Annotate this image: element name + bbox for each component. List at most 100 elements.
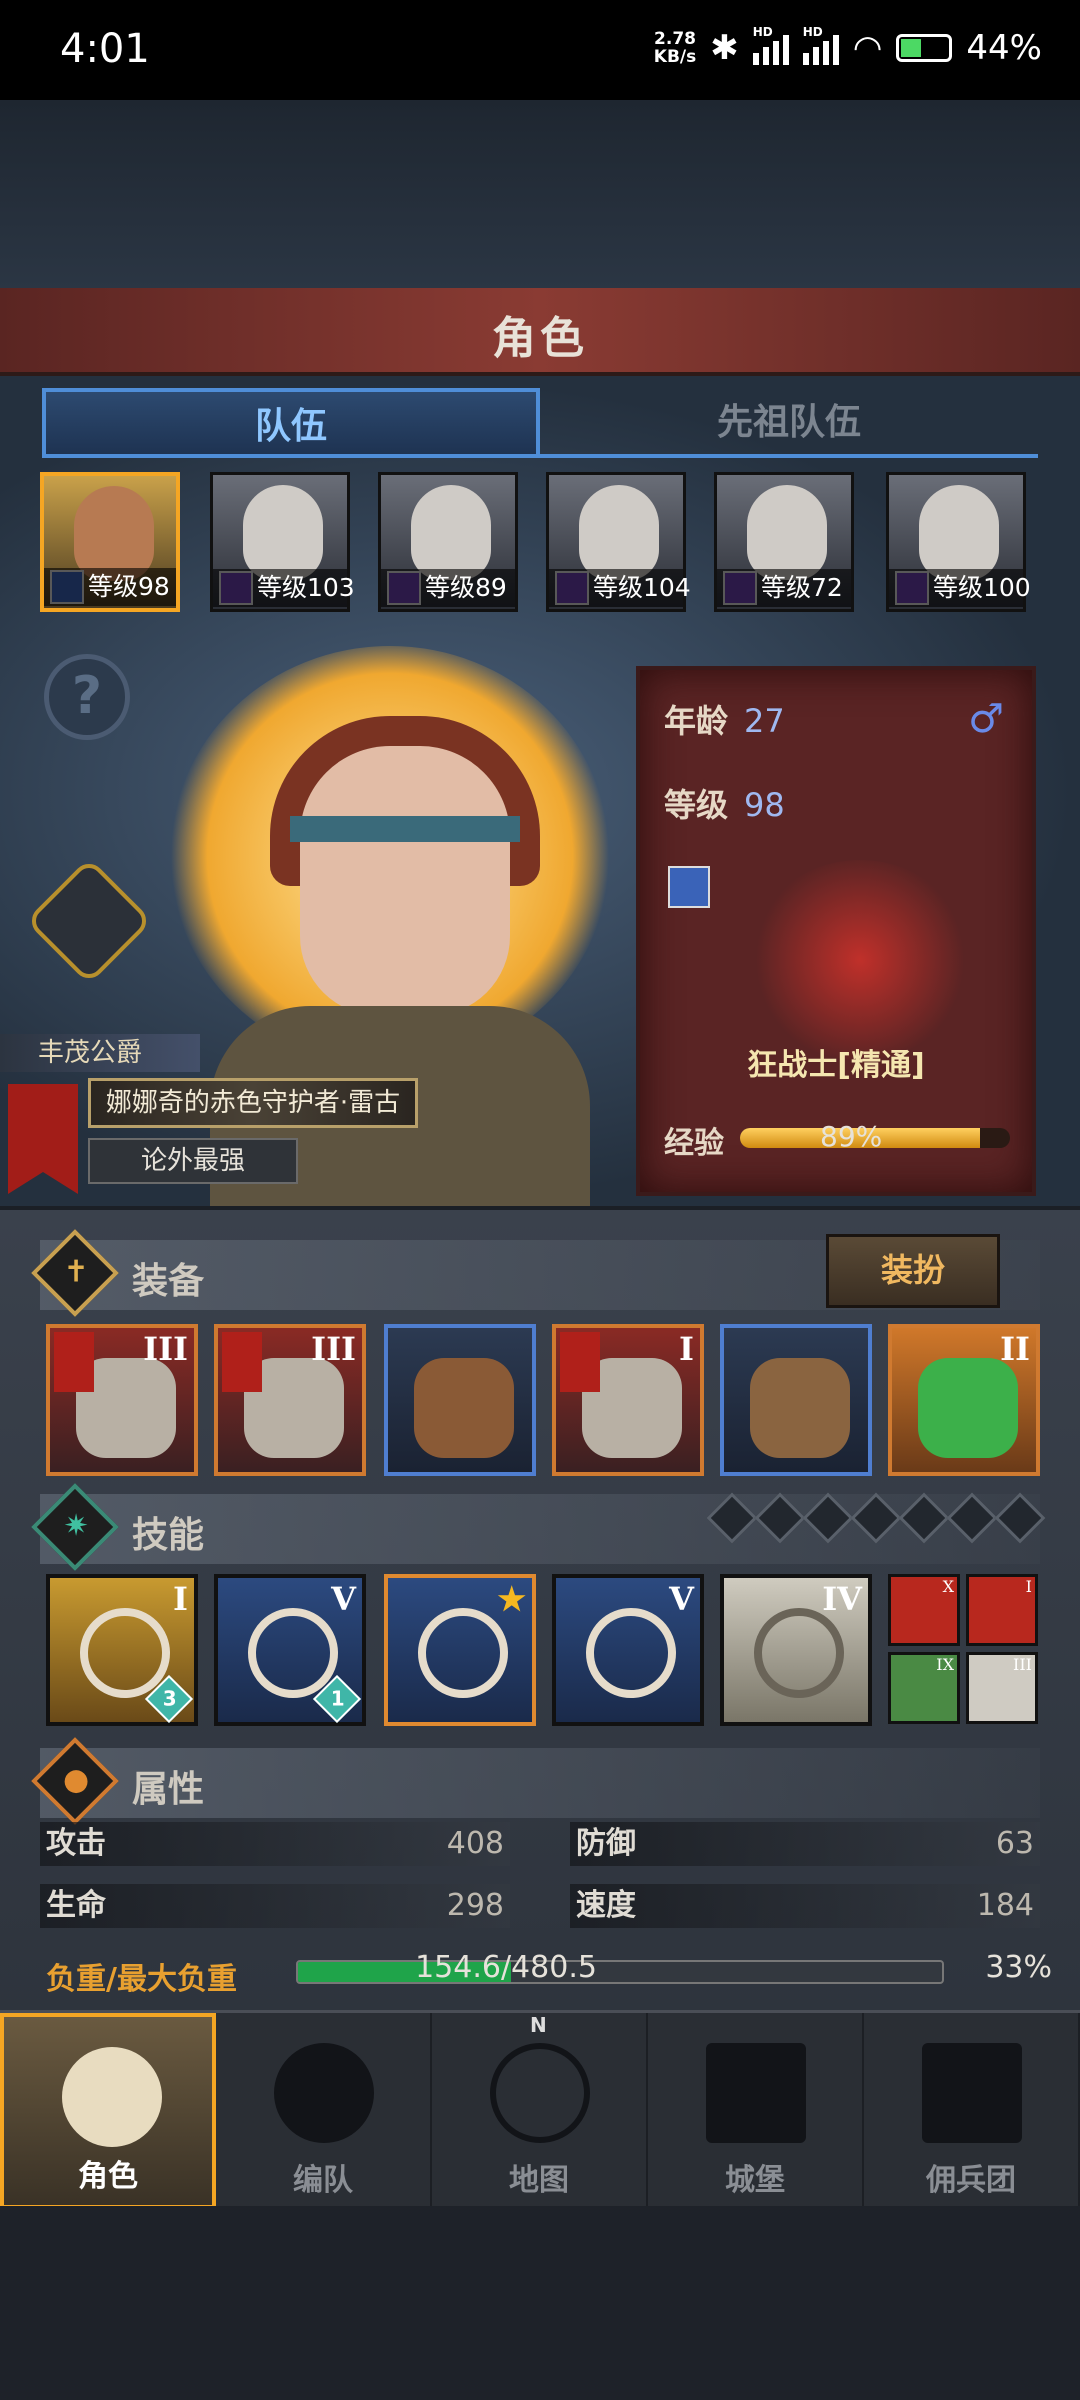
hero-card[interactable]: 等级72: [714, 472, 854, 612]
wifi-icon: ◠: [852, 28, 883, 68]
bluetooth-icon: ✱: [710, 28, 739, 68]
knight-icon: [62, 2047, 162, 2147]
hero-card[interactable]: 等级104: [546, 472, 691, 612]
crystal-arm-icon: [754, 1608, 844, 1698]
attributes-header: ● 属性: [31, 1737, 1040, 1825]
dress-button[interactable]: 装扮: [826, 1234, 1000, 1308]
character-panel: 队伍 先祖队伍 等级98 等级103 等级89 等级104 等级72 等级100…: [0, 376, 1080, 1206]
status-icons: 2.78 KB/s ✱ HD HD ◠ 44%: [653, 25, 1042, 68]
equipment-slot[interactable]: [720, 1324, 872, 1476]
passive-shield-icon[interactable]: III: [966, 1652, 1038, 1724]
skill-slot[interactable]: V1: [214, 1574, 366, 1726]
load-value: 154.6/480.5: [415, 1950, 597, 1985]
nav-map[interactable]: N 地图: [432, 2013, 648, 2209]
nav-character[interactable]: 角色: [0, 2013, 216, 2209]
skill-slot[interactable]: IV: [720, 1574, 872, 1726]
skill-slot[interactable]: V: [552, 1574, 704, 1726]
passive-sword-icon[interactable]: X: [888, 1574, 960, 1646]
hero-level: 等级72: [717, 569, 851, 607]
banner-flag-icon: [8, 1084, 78, 1194]
hero-card[interactable]: 等级100: [886, 472, 1031, 612]
age-label: 年龄: [664, 702, 729, 740]
equipment-header: ✝ 装备 装扮: [31, 1229, 1040, 1317]
equipment-title: 装备: [132, 1261, 205, 1302]
skill-tier: V: [669, 1580, 694, 1618]
jade-accessory-icon: [918, 1358, 1018, 1458]
signal-icon: HD: [752, 25, 789, 65]
hero-level: 等级100: [889, 569, 1031, 607]
hero-portrait: [243, 485, 323, 580]
figure-icon: ●: [31, 1737, 119, 1825]
flag-icon: [222, 1332, 262, 1392]
tier-label: II: [1000, 1330, 1030, 1368]
banner-icon: [922, 2043, 1022, 2143]
tab-ancestor-team[interactable]: 先祖队伍: [540, 388, 1038, 458]
class-name: 狂战士[精通]: [747, 1048, 925, 1083]
equipment-slot[interactable]: III: [214, 1324, 366, 1476]
bottom-padding: [0, 2206, 1080, 2400]
status-bar: 4:01 2.78 KB/s ✱ HD HD ◠ 44%: [0, 0, 1080, 100]
network-speed: 2.78 KB/s: [653, 29, 697, 67]
equipment-slot[interactable]: [384, 1324, 536, 1476]
class-figure: [750, 860, 970, 1060]
help-button[interactable]: ?: [44, 654, 130, 740]
attributes-title: 属性: [132, 1769, 205, 1810]
flag-icon: [54, 1332, 94, 1392]
skill-tier: IV: [822, 1580, 862, 1618]
stats-card: 年龄 27 ♂ 等级 98 狂战士[精通] 经验 89%: [636, 666, 1036, 1196]
level-value: 98: [744, 786, 785, 824]
equipment-slot[interactable]: I: [552, 1324, 704, 1476]
male-icon: ♂: [968, 696, 1004, 742]
speed-row: 速度 184: [570, 1884, 1040, 1928]
passive-beast-icon[interactable]: IX: [888, 1652, 960, 1724]
battery-percent: 44%: [966, 28, 1042, 68]
level-label: 等级: [664, 786, 729, 824]
class-icon: [668, 866, 710, 908]
equipment-slot[interactable]: III: [46, 1324, 198, 1476]
compass-map-icon: [490, 2043, 590, 2143]
nav-formation[interactable]: 编队: [216, 2013, 432, 2209]
hero-card[interactable]: 等级89: [378, 472, 518, 612]
exp-percent: 89%: [820, 1120, 883, 1153]
hero-portrait: [747, 485, 827, 580]
hero-portrait: [579, 485, 659, 580]
hero-level: 等级103: [213, 569, 355, 607]
skill-slot[interactable]: ★: [384, 1574, 536, 1726]
title-badge[interactable]: 娜娜奇的赤色守护者·雷古 论外最强: [0, 1076, 430, 1200]
hero-card[interactable]: 等级98: [40, 472, 180, 612]
nav-mercenary[interactable]: 佣兵团: [864, 2013, 1080, 2209]
equipment-slot[interactable]: II: [888, 1324, 1040, 1476]
headband: [290, 816, 520, 842]
cross-icon: ✝: [31, 1229, 119, 1317]
star-badge: ★: [497, 1580, 526, 1618]
tier-label: III: [311, 1330, 356, 1368]
load-label: 负重/最大负重: [46, 1962, 237, 1997]
battery-icon: [896, 34, 953, 62]
age-value: 27: [744, 702, 785, 740]
whirlwind-icon: [80, 1608, 170, 1698]
hero-portrait: [74, 486, 154, 581]
boots-icon: [750, 1358, 850, 1458]
hero-card[interactable]: 等级103: [210, 472, 355, 612]
leap-icon: [248, 1608, 338, 1698]
attack-row: 攻击 408: [40, 1822, 510, 1866]
hero-list: 等级98 等级103 等级89 等级104 等级72 等级100: [40, 472, 1040, 614]
passive-sword-icon[interactable]: I: [966, 1574, 1038, 1646]
bottom-nav: 角色 编队 N 地图 城堡 佣兵团: [0, 2010, 1080, 2209]
crystal-sword-icon: [586, 1608, 676, 1698]
skill-slot[interactable]: I3: [46, 1574, 198, 1726]
character-title: 娜娜奇的赤色守护者·雷古: [88, 1078, 418, 1128]
face: [300, 746, 510, 1016]
rank-label: 丰茂公爵: [0, 1034, 200, 1072]
helmet-icon: [274, 2043, 374, 2143]
tab-team[interactable]: 队伍: [42, 388, 540, 458]
skill-tier: V: [331, 1580, 356, 1618]
potion-icon[interactable]: [25, 857, 153, 985]
skills-title: 技能: [132, 1515, 205, 1556]
exp-label: 经验: [664, 1126, 724, 1161]
hero-portrait: [411, 485, 491, 580]
tier-label: III: [143, 1330, 188, 1368]
nav-castle[interactable]: 城堡: [648, 2013, 864, 2209]
flag-icon: [560, 1332, 600, 1392]
character-motto: 论外最强: [88, 1138, 298, 1184]
